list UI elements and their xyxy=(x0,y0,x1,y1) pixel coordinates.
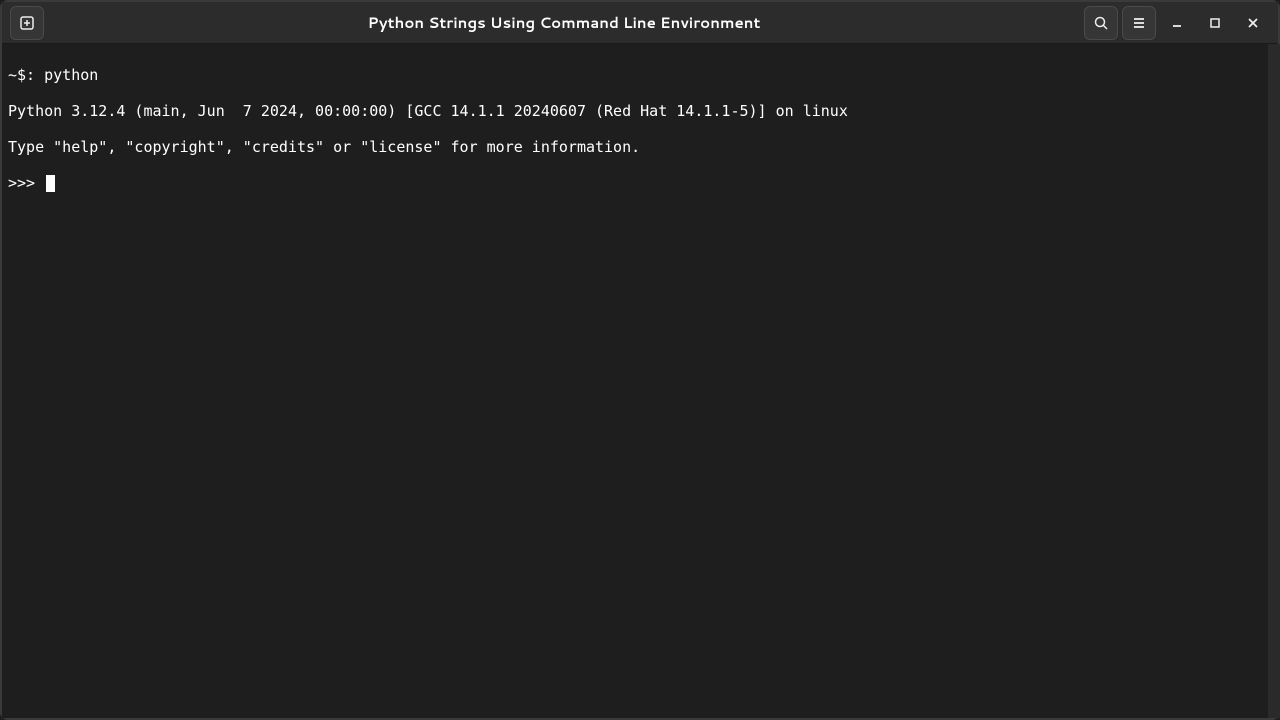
repl-prompt: >>> xyxy=(8,174,44,192)
python-help-line: Type "help", "copyright", "credits" or "… xyxy=(8,138,1272,156)
search-button[interactable] xyxy=(1084,6,1118,40)
maximize-button[interactable] xyxy=(1198,6,1232,40)
scrollbar[interactable] xyxy=(1268,44,1280,718)
titlebar-right xyxy=(1084,6,1270,40)
window-title: Python Strings Using Command Line Enviro… xyxy=(44,12,1084,33)
close-button[interactable] xyxy=(1236,6,1270,40)
repl-prompt-line: >>> xyxy=(8,174,1272,192)
cursor xyxy=(46,175,55,192)
terminal-window: Python Strings Using Command Line Enviro… xyxy=(0,0,1280,720)
terminal-body[interactable]: ~$: python Python 3.12.4 (main, Jun 7 20… xyxy=(2,44,1278,718)
shell-prompt-line: ~$: python xyxy=(8,66,1272,84)
minimize-button[interactable] xyxy=(1160,6,1194,40)
close-icon xyxy=(1246,16,1260,30)
maximize-icon xyxy=(1208,16,1222,30)
titlebar-left xyxy=(10,6,44,40)
titlebar: Python Strings Using Command Line Enviro… xyxy=(2,2,1278,44)
minimize-icon xyxy=(1170,16,1184,30)
menu-button[interactable] xyxy=(1122,6,1156,40)
python-version-line: Python 3.12.4 (main, Jun 7 2024, 00:00:0… xyxy=(8,102,1272,120)
hamburger-icon xyxy=(1131,15,1147,31)
search-icon xyxy=(1093,15,1109,31)
new-tab-button[interactable] xyxy=(10,6,44,40)
new-tab-icon xyxy=(19,15,35,31)
